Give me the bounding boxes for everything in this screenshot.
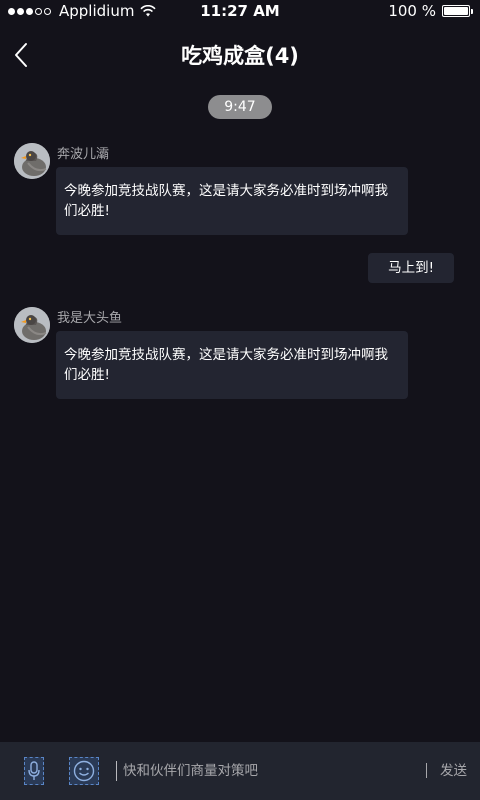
message-timestamp: 9:47 bbox=[208, 95, 272, 119]
status-bar: Applidium 11:27 AM 100 % bbox=[0, 0, 480, 24]
outgoing-message-bubble[interactable]: 马上到! bbox=[368, 253, 454, 283]
bird-avatar-icon bbox=[14, 307, 50, 343]
sender-name: 奔波儿灞 bbox=[57, 147, 110, 162]
send-button[interactable]: 发送 bbox=[440, 761, 467, 781]
status-right: 100 % bbox=[388, 2, 473, 20]
microphone-icon bbox=[28, 761, 40, 780]
send-divider bbox=[426, 763, 427, 778]
bird-avatar-icon bbox=[14, 143, 50, 179]
message-input[interactable] bbox=[116, 761, 416, 781]
sender-avatar[interactable] bbox=[14, 307, 50, 343]
emoji-button[interactable] bbox=[69, 757, 99, 785]
voice-input-button[interactable] bbox=[24, 757, 44, 785]
message-input-bar: 发送 bbox=[0, 742, 480, 800]
message-bubble[interactable]: 今晚参加竞技战队赛，这是请大家务必准时到场冲啊我们必胜! bbox=[56, 167, 408, 235]
chat-screen: Applidium 11:27 AM 100 % 吃鸡成盒(4) 9:47 奔波… bbox=[0, 0, 480, 800]
sender-avatar[interactable] bbox=[14, 143, 50, 179]
chat-title: 吃鸡成盒(4) bbox=[181, 44, 299, 68]
battery-percentage: 100 % bbox=[388, 2, 436, 20]
emoji-icon bbox=[73, 760, 95, 782]
incoming-message: 我是大头鱼 今晚参加竞技战队赛，这是请大家务必准时到场冲啊我们必胜! bbox=[14, 307, 414, 399]
sender-name: 我是大头鱼 bbox=[57, 311, 123, 326]
navigation-bar: 吃鸡成盒(4) bbox=[0, 24, 480, 86]
battery-icon bbox=[442, 5, 473, 17]
message-bubble[interactable]: 今晚参加竞技战队赛，这是请大家务必准时到场冲啊我们必胜! bbox=[56, 331, 408, 399]
battery-level bbox=[444, 7, 468, 15]
incoming-message: 奔波儿灞 今晚参加竞技战队赛，这是请大家务必准时到场冲啊我们必胜! bbox=[14, 143, 414, 235]
